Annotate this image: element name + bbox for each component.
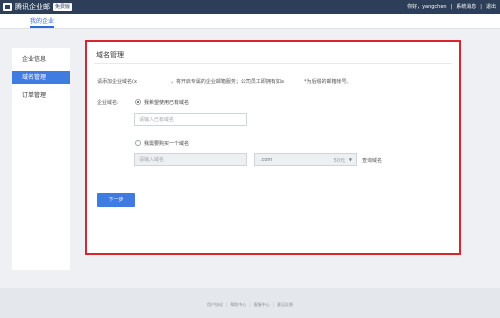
intro-part-2: ，将开启专属的企业邮箱服务；公司员工即拥有如a bbox=[170, 79, 284, 85]
separator: | bbox=[480, 4, 482, 10]
footer-link-feedback[interactable]: 意见反馈 bbox=[277, 302, 293, 307]
intro-text: 请添加企业域名(x ，将开启专属的企业邮箱服务；公司员工即拥有如a *为后缀的邮箱帐… bbox=[97, 78, 352, 85]
divider bbox=[94, 63, 452, 64]
domain-field-label: 企业域名: bbox=[97, 100, 119, 106]
intro-part-3: *为后缀的邮箱帐号。 bbox=[304, 79, 352, 85]
existing-domain-radio[interactable] bbox=[135, 99, 141, 105]
separator: | bbox=[450, 4, 453, 10]
footer-link-customer-service[interactable]: 客服中心 bbox=[254, 302, 270, 307]
brand-name: 腾讯企业邮 bbox=[15, 3, 50, 11]
intro-part-1: 请添加企业域名(x bbox=[97, 79, 137, 85]
tab-my-enterprise[interactable]: 我的企业 bbox=[30, 16, 55, 28]
suffix-value: .com bbox=[260, 157, 273, 163]
existing-domain-input[interactable] bbox=[134, 113, 247, 126]
logout-link[interactable]: 退出 bbox=[486, 4, 496, 10]
existing-domain-label[interactable]: 我希望使用已有域名 bbox=[144, 99, 189, 106]
next-step-button[interactable]: 下一步 bbox=[97, 193, 135, 207]
buy-domain-label[interactable]: 我需要购买一个域名 bbox=[144, 140, 189, 147]
sidebar: 企业信息 域名管理 订单管理 bbox=[12, 48, 70, 270]
footer-links: 用户协议 | 帮助中心 | 客服中心 | 意见反馈 bbox=[206, 302, 294, 307]
query-domain-link[interactable]: 查询域名 bbox=[362, 157, 382, 164]
footer-link-help-center[interactable]: 帮助中心 bbox=[230, 302, 246, 307]
version-badge: 免费版 bbox=[53, 3, 73, 11]
top-bar: 腾讯企业邮 免费版 你好，yangchen | 系统消息 | 退出 bbox=[0, 0, 500, 14]
sidebar-item-domain-management[interactable]: 域名管理 bbox=[12, 71, 70, 84]
sub-navigation: 我的企业 bbox=[0, 14, 500, 29]
system-messages-link[interactable]: 系统消息 bbox=[456, 4, 476, 10]
domain-suffix-select[interactable]: .com 50元 ▼ bbox=[254, 153, 357, 166]
sidebar-item-enterprise-info[interactable]: 企业信息 bbox=[12, 53, 70, 66]
buy-domain-input[interactable] bbox=[134, 153, 247, 166]
chevron-down-icon: ▼ bbox=[348, 157, 352, 162]
buy-domain-radio[interactable] bbox=[135, 140, 141, 146]
user-greeting: 你好，yangchen bbox=[407, 4, 447, 10]
mail-logo-icon bbox=[3, 3, 12, 11]
sidebar-item-order-management[interactable]: 订单管理 bbox=[12, 89, 70, 102]
footer-link-user-agreement[interactable]: 用户协议 bbox=[207, 302, 223, 307]
top-links: 你好，yangchen | 系统消息 | 退出 bbox=[403, 2, 496, 12]
domain-management-panel: 域名管理 请添加企业域名(x ，将开启专属的企业邮箱服务；公司员工即拥有如a *为后… bbox=[85, 40, 461, 255]
price-value: 50元 bbox=[333, 158, 345, 164]
footer: 用户协议 | 帮助中心 | 客服中心 | 意见反馈 bbox=[0, 288, 500, 318]
page-title: 域名管理 bbox=[96, 51, 124, 59]
